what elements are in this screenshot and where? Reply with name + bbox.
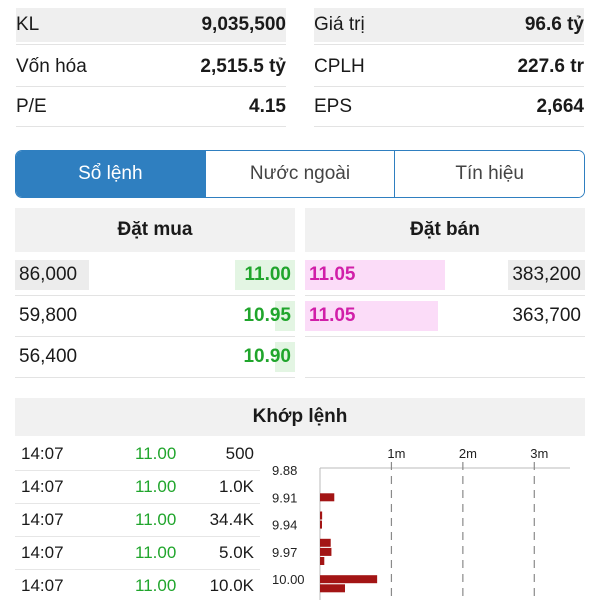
volume-by-price-chart: 1m 2m 3m 9.88 9.91 9.94 9.97 10.00	[270, 438, 590, 600]
tab-foreign[interactable]: Nước ngoài	[205, 151, 396, 197]
trade-volume: 500	[225, 444, 254, 463]
trade-price: 11.00	[135, 444, 177, 463]
trade-price: 11.00	[135, 510, 177, 529]
sell-volume: 363,700	[512, 305, 581, 326]
sell-price: 11.05	[309, 264, 356, 285]
buy-row[interactable]: 56,400 10.90	[15, 338, 295, 378]
volume-bar	[320, 493, 335, 502]
y-tick-label: 9.91	[272, 490, 297, 505]
trade-time: 14:07	[21, 477, 64, 496]
divider	[16, 86, 286, 87]
trade-row: 14:07 11.00 10.0K	[15, 570, 260, 600]
divider	[16, 126, 286, 127]
stat-value: 227.6 tr	[517, 56, 584, 77]
y-tick-label: 9.97	[272, 545, 297, 560]
volume-bar	[320, 520, 322, 529]
buy-price: 10.95	[243, 305, 291, 326]
stock-stats: KL 9,035,500 Vốn hóa 2,515.5 tỷ P/E 4.15…	[0, 0, 600, 128]
stat-value: 96.6 tỷ	[524, 14, 584, 35]
buy-volume: 56,400	[19, 346, 78, 367]
stat-market-cap: Vốn hóa 2,515.5 tỷ	[16, 50, 286, 84]
segmented-tabs: Sổ lệnh Nước ngoài Tín hiệu	[15, 150, 585, 198]
stat-label: EPS	[314, 96, 353, 117]
stat-pe: P/E 4.15	[16, 90, 286, 124]
volume-bar	[320, 538, 331, 547]
buy-volume: 59,800	[19, 305, 78, 326]
trade-volume: 10.0K	[209, 576, 254, 595]
trade-time: 14:07	[21, 510, 64, 529]
stat-value: 9,035,500	[201, 14, 286, 35]
sell-row[interactable]: 11.05 383,200	[305, 256, 585, 296]
stat-label: KL	[16, 14, 40, 35]
chart-svg: 1m 2m 3m 9.88 9.91 9.94 9.97 10.00	[272, 446, 570, 600]
stat-value-traded: Giá trị 96.6 tỷ	[314, 8, 584, 42]
stat-label: Vốn hóa	[16, 56, 87, 77]
trade-volume: 5.0K	[219, 543, 254, 562]
buy-price: 10.90	[243, 346, 291, 367]
stat-value: 4.15	[249, 96, 286, 117]
trade-price: 11.00	[135, 477, 177, 496]
trade-volume: 34.4K	[209, 510, 254, 529]
buy-row[interactable]: 59,800 10.95	[15, 297, 295, 337]
buy-header: Đặt mua	[15, 208, 295, 252]
match-header: Khớp lệnh	[15, 398, 585, 436]
buy-volume: 86,000	[15, 260, 89, 290]
volume-bar	[320, 547, 332, 556]
trade-row: 14:07 11.00 5.0K	[15, 537, 260, 570]
trade-volume: 1.0K	[219, 477, 254, 496]
divider	[16, 44, 286, 45]
volume-bar	[320, 575, 378, 584]
divider	[314, 44, 584, 45]
stat-label: CPLH	[314, 56, 365, 77]
stat-value: 2,515.5 tỷ	[200, 56, 286, 77]
sell-volume: 383,200	[508, 260, 585, 290]
volume-bar	[320, 584, 345, 593]
y-tick-label: 9.88	[272, 463, 297, 478]
volume-bar	[320, 511, 323, 520]
sell-price: 11.05	[309, 305, 356, 326]
divider	[314, 126, 584, 127]
divider	[314, 86, 584, 87]
stat-volume: KL 9,035,500	[16, 8, 286, 42]
volume-bar	[320, 557, 325, 565]
y-tick-label: 9.94	[272, 518, 297, 533]
stat-label: Giá trị	[314, 14, 365, 35]
trade-time: 14:07	[21, 543, 64, 562]
sell-row[interactable]: 11.05 363,700	[305, 297, 585, 337]
y-tick-label: 10.00	[272, 572, 305, 587]
trade-time: 14:07	[21, 444, 64, 463]
tab-order-book[interactable]: Sổ lệnh	[16, 151, 206, 197]
divider	[305, 377, 585, 378]
stat-label: P/E	[16, 96, 47, 117]
trade-price: 11.00	[135, 576, 177, 595]
divider	[305, 336, 585, 337]
trade-time: 14:07	[21, 576, 64, 595]
divider	[305, 295, 585, 296]
buy-price: 11.00	[244, 264, 292, 285]
buy-row[interactable]: 86,000 11.00	[15, 256, 295, 296]
divider	[15, 377, 295, 378]
divider	[15, 336, 295, 337]
trade-row: 14:07 11.00 34.4K	[15, 504, 260, 537]
tab-signals[interactable]: Tín hiệu	[395, 151, 584, 197]
x-tick-label: 2m	[459, 446, 477, 461]
trade-row: 14:07 11.00 1.0K	[15, 471, 260, 504]
trade-row: 14:07 11.00 500	[15, 438, 260, 471]
divider	[15, 295, 295, 296]
stat-eps: EPS 2,664	[314, 90, 584, 124]
sell-header: Đặt bán	[305, 208, 585, 252]
trade-price: 11.00	[135, 543, 177, 562]
x-tick-label: 1m	[387, 446, 405, 461]
x-tick-label: 3m	[530, 446, 548, 461]
stat-value: 2,664	[536, 96, 584, 117]
stat-shares-outstanding: CPLH 227.6 tr	[314, 50, 584, 84]
